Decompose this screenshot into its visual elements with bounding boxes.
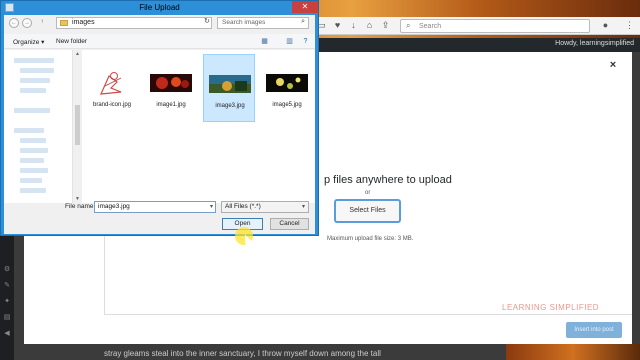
select-files-button[interactable]: Select Files xyxy=(335,200,400,222)
download-icon[interactable]: ↓ xyxy=(348,20,359,31)
file-name-input[interactable]: image3.jpg ▾ xyxy=(94,201,216,213)
nav-tree-item xyxy=(14,58,54,63)
nav-tree-item xyxy=(20,168,48,173)
file-label: image5.jpg xyxy=(272,102,302,108)
search-icon: ⌕ xyxy=(406,21,411,30)
dialog-body: ← → ↑ images ↻ Search images ⌕ Organize … xyxy=(4,15,315,246)
forward-icon[interactable]: → xyxy=(22,18,32,28)
folder-icon xyxy=(60,20,68,26)
media-footer: Insert into post xyxy=(104,314,632,344)
command-bar: Organize ▾ New folder ▦ ▥ ? xyxy=(4,34,315,49)
drop-zone-or: or xyxy=(365,190,371,196)
post-body-text: stray gleams steal into the inner sanctu… xyxy=(104,349,381,358)
address-path: images xyxy=(72,19,95,26)
max-upload-size: Maximum upload file size: 3 MB. xyxy=(327,236,414,242)
search-input[interactable]: Search images ⌕ xyxy=(217,17,309,29)
nav-tree-item xyxy=(14,108,50,113)
brand-icon-thumbnail xyxy=(91,68,133,98)
nav-tree-item xyxy=(20,78,50,83)
nav-tree-item xyxy=(20,188,46,193)
nav-tree-item xyxy=(20,68,54,73)
file-item[interactable]: image1.jpg xyxy=(145,54,197,122)
watermark: LEARNING SIMPLIFIED xyxy=(502,303,600,312)
image3-thumbnail xyxy=(209,75,251,93)
browser-toolbar: ▭ ♥ ↓ ⌂ ⇪ ⌕ Search ● ⋮ xyxy=(310,17,640,35)
file-label: image3.jpg xyxy=(215,103,245,109)
file-upload-dialog: File Upload ✕ ← → ↑ images ↻ Search imag… xyxy=(0,0,319,246)
refresh-icon[interactable]: ↻ xyxy=(204,17,210,25)
address-bar[interactable]: images xyxy=(56,17,212,29)
nav-tree-item xyxy=(20,88,46,93)
chevron-down-icon[interactable]: ▾ xyxy=(210,203,213,210)
nav-tree-item xyxy=(20,178,42,183)
search-placeholder: Search images xyxy=(222,19,266,26)
scroll-thumb[interactable] xyxy=(75,105,80,145)
dialog-title: File Upload xyxy=(139,3,180,12)
file-name-label: File name: xyxy=(65,203,96,210)
tools-icon[interactable]: ✎ xyxy=(3,282,11,290)
nav-tree-item xyxy=(20,148,48,153)
nav-tree-item xyxy=(14,128,44,133)
browser-search-input[interactable]: ⌕ Search xyxy=(400,19,590,33)
cancel-button[interactable]: Cancel xyxy=(270,218,309,230)
back-icon[interactable]: ← xyxy=(9,18,19,28)
file-item[interactable]: brand-icon.jpg xyxy=(86,54,138,122)
nav-tree-item xyxy=(20,158,44,163)
close-icon[interactable]: × xyxy=(606,58,620,72)
settings-icon[interactable]: ⚙ xyxy=(3,266,11,274)
menu-icon[interactable]: ⋮ xyxy=(625,20,634,31)
nav-scrollbar[interactable]: ▲ ▼ xyxy=(74,50,81,203)
search-icon: ⌕ xyxy=(301,18,305,25)
help-icon[interactable]: ? xyxy=(301,37,310,46)
collapse-icon[interactable]: ◀ xyxy=(3,330,11,338)
file-item-selected[interactable]: image3.jpg xyxy=(203,54,255,122)
close-icon[interactable]: ✕ xyxy=(292,1,318,13)
image1-thumbnail xyxy=(150,74,192,92)
wrench-icon[interactable]: ✦ xyxy=(3,298,11,306)
drop-zone-title: p files anywhere to upload xyxy=(324,174,452,186)
home-icon[interactable]: ⌂ xyxy=(364,20,375,31)
file-type-value: All Files (*.*) xyxy=(225,203,261,210)
browser-search-placeholder: Search xyxy=(419,23,442,30)
image5-thumbnail xyxy=(266,74,308,92)
pocket-icon[interactable]: ♥ xyxy=(332,20,343,31)
navigation-pane[interactable] xyxy=(4,50,73,203)
nav-tree-item xyxy=(20,138,46,143)
scroll-down-icon[interactable]: ▼ xyxy=(75,196,80,202)
insert-into-post-button[interactable]: Insert into post xyxy=(566,322,622,338)
post-image xyxy=(506,344,640,360)
up-icon[interactable]: ↑ xyxy=(37,18,47,28)
preview-pane-icon[interactable]: ▥ xyxy=(285,37,294,46)
file-label: image1.jpg xyxy=(156,102,186,108)
chevron-down-icon: ▾ xyxy=(301,204,305,210)
share-icon[interactable]: ⇪ xyxy=(380,20,391,31)
file-type-select[interactable]: All Files (*.*) ▾ xyxy=(221,201,309,213)
scroll-up-icon[interactable]: ▲ xyxy=(75,51,80,57)
organize-button[interactable]: Organize ▾ xyxy=(13,38,44,46)
admin-greeting[interactable]: Howdy, learningsimplified xyxy=(555,40,634,47)
new-folder-button[interactable]: New folder xyxy=(56,38,87,45)
file-item[interactable]: image5.jpg xyxy=(261,54,313,122)
file-list: brand-icon.jpg image1.jpg image3.jpg ima… xyxy=(82,50,315,203)
view-options-icon[interactable]: ▦ xyxy=(260,37,269,46)
sliders-icon[interactable]: ▤ xyxy=(3,314,11,322)
file-name-value: image3.jpg xyxy=(98,203,130,210)
file-label: brand-icon.jpg xyxy=(92,102,132,108)
extension-icon[interactable]: ● xyxy=(600,20,611,31)
